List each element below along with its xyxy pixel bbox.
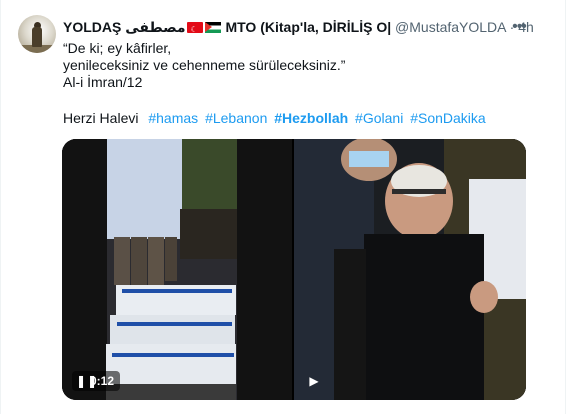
video-time-badge[interactable]: ❚❚0:12 [72,371,121,391]
tweet-line: “De ki; ey kâfirler, [63,40,172,56]
hashtag-line: Herzi Halevi #hamas #Lebanon #Hezbollah … [63,110,489,127]
tweet-line: Al-i İmran/12 [63,74,143,90]
display-name-suffix[interactable]: MTO (Kitap'la, DİRİLİŞ O| [225,19,391,35]
video-left-thumbnail [62,139,292,400]
hashtag-golani[interactable]: #Golani [355,110,403,126]
turkey-flag-icon [186,21,203,36]
display-name-arabic[interactable]: مصطفى [125,19,185,35]
pause-icon[interactable]: ❚❚ [76,371,97,391]
video-right[interactable]: ▶ [294,139,526,400]
quoted-author: Herzi Halevi [63,110,139,126]
hashtag-lebanon[interactable]: #Lebanon [205,110,267,126]
palestine-flag-icon [204,22,221,33]
avatar[interactable] [18,15,56,53]
user-handle[interactable]: @MustafaYOLDA [395,19,506,35]
play-icon[interactable]: ▶ [306,371,322,391]
column-border-right [565,0,566,414]
tweet-text: “De ki; ey kâfirler, yenileceksiniz ve c… [63,40,533,91]
more-options-icon[interactable]: ••• [508,17,530,37]
tweet-line: yenileceksiniz ve cehenneme sürüleceksin… [63,57,346,73]
video-duration: 0:12 [90,374,115,388]
hashtag-hezbollah[interactable]: #Hezbollah [274,110,348,126]
video-left[interactable]: ❚❚0:12 [62,139,292,400]
media-grid: ❚❚0:12 ▶ [62,139,526,400]
hashtag-sondakika[interactable]: #SonDakika [410,110,486,126]
display-name[interactable]: YOLDAŞ [63,19,121,35]
hashtag-hamas[interactable]: #hamas [148,110,198,126]
tweet-header: YOLDAŞ مصطفى MTO (Kitap'la, DİRİLİŞ O| @… [63,18,533,36]
column-border-left [0,0,1,414]
video-right-thumbnail [294,139,526,400]
